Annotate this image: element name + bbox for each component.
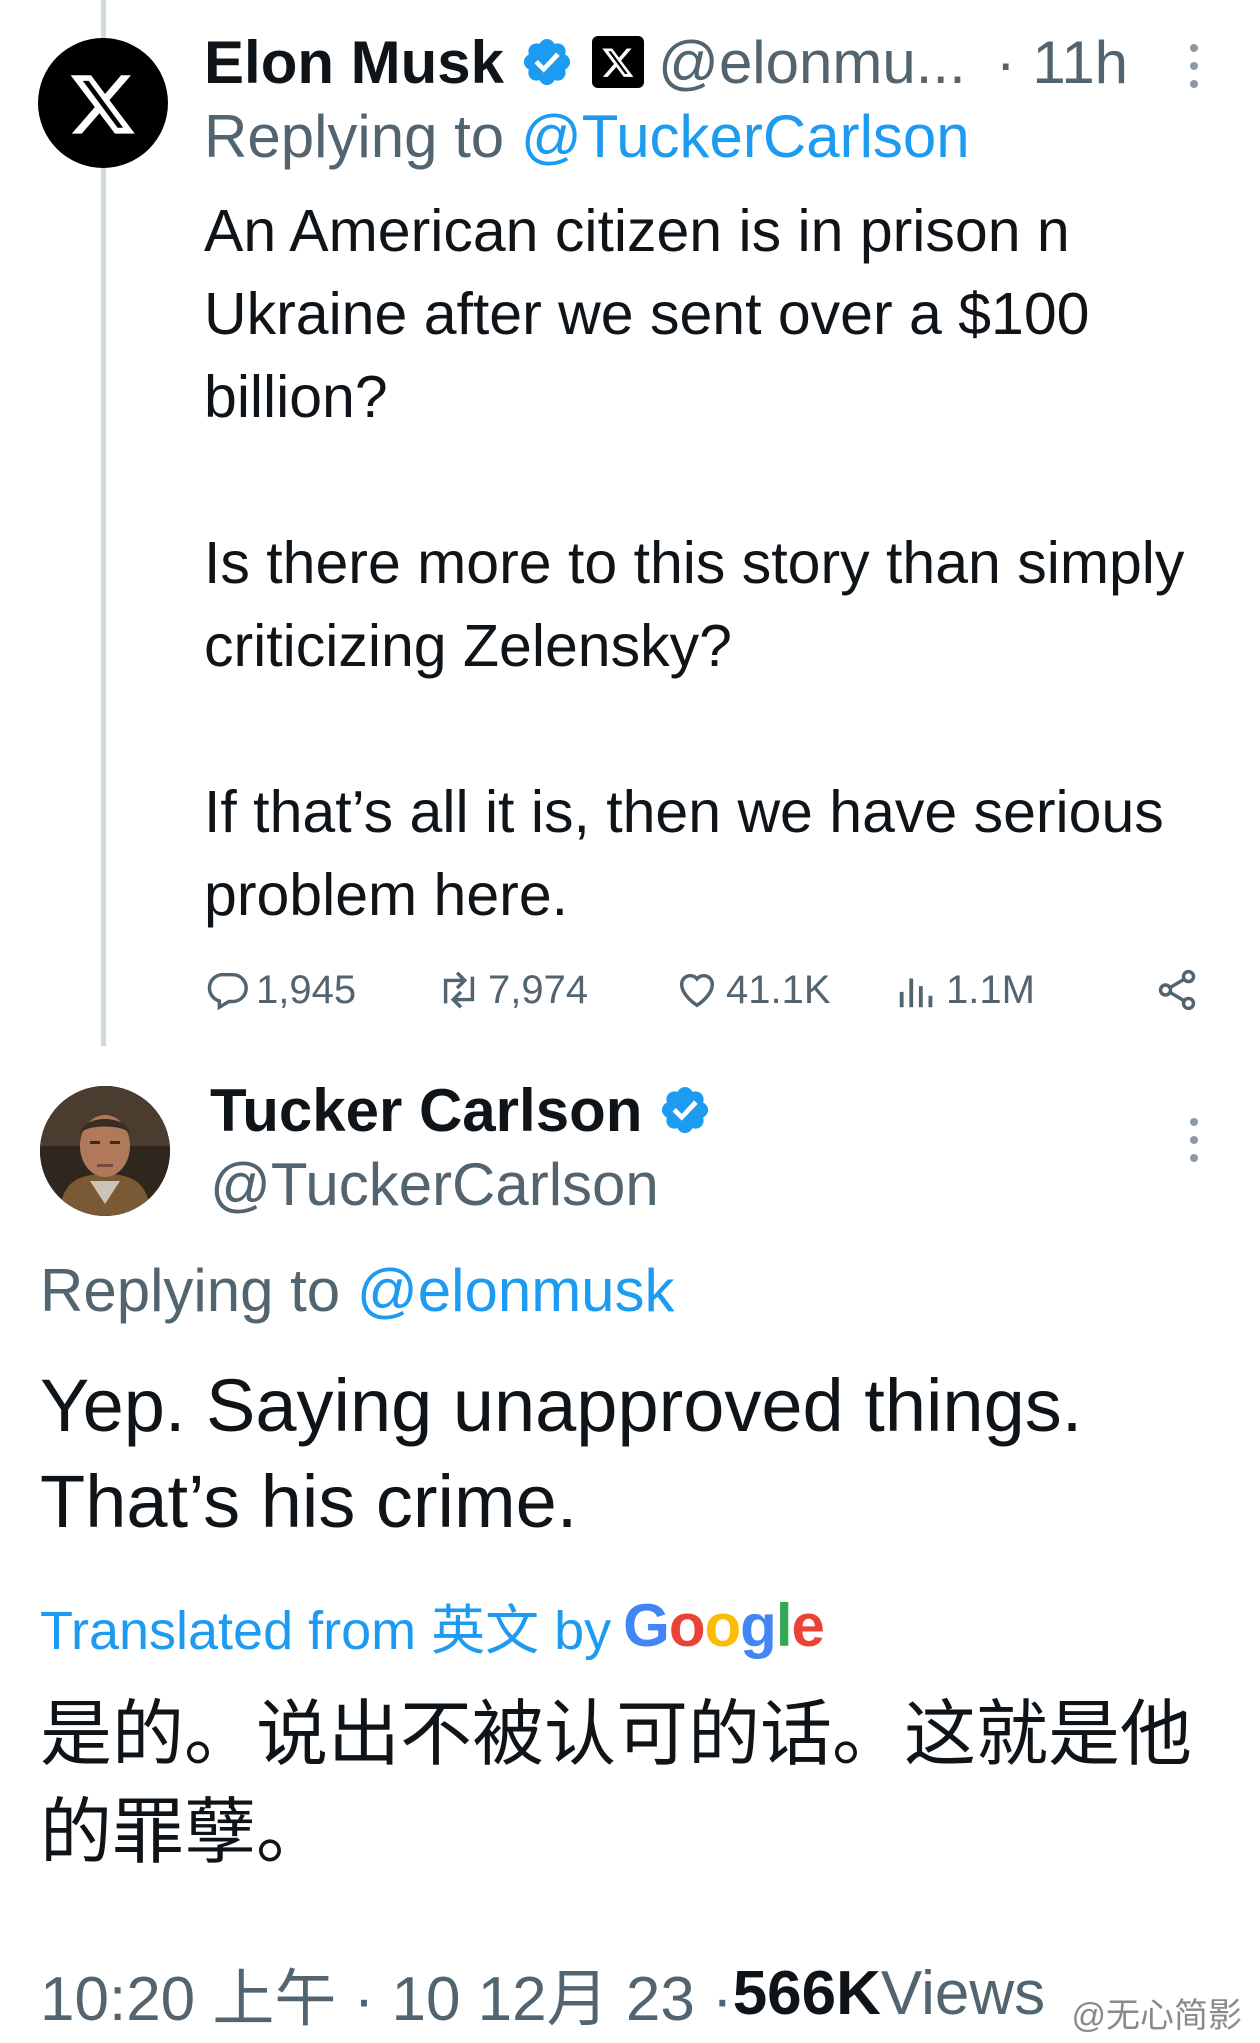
elon-tweet-header: Elon Musk @elonmu... · 11h <box>204 22 1128 102</box>
author-handle[interactable]: @TuckerCarlson <box>210 1150 659 1219</box>
translated-text: 是的。说出不被认可的话。这就是他的罪孽。 <box>40 1692 1193 1874</box>
like-button[interactable]: 41.1K <box>674 960 831 1020</box>
elon-tweet-text: An American citizen is in prison n Ukrai… <box>204 190 1204 937</box>
retweet-count: 7,974 <box>488 967 589 1012</box>
more-options-icon[interactable] <box>1190 44 1198 88</box>
views-total: 566K <box>732 1958 881 2028</box>
replying-mention-link[interactable]: @TuckerCarlson <box>521 103 970 170</box>
author-name[interactable]: Elon Musk <box>204 28 504 97</box>
tweet-paragraph: If that’s all it is, then we have seriou… <box>204 779 1164 928</box>
reply-icon <box>207 972 248 1011</box>
verified-badge-icon <box>662 1086 709 1134</box>
author-handle[interactable]: @elonmu... <box>658 28 966 97</box>
share-icon <box>1158 969 1196 1011</box>
reply-button[interactable]: 1,945 <box>204 960 356 1020</box>
tweet-paragraph: An American citizen is in prison n Ukrai… <box>204 198 1090 430</box>
analytics-icon <box>899 978 933 1008</box>
tweet-action-bar: 1,945 7,974 41.1K 1.1M <box>204 960 1204 1020</box>
translation-attribution[interactable]: Translated from 英文 by Google <box>40 1586 825 1665</box>
avatar-photo <box>40 1086 170 1216</box>
replying-label: Replying to <box>204 103 521 170</box>
views-button[interactable]: 1.1M <box>894 960 1035 1020</box>
elon-avatar[interactable] <box>38 38 168 168</box>
tucker-tweet-header: Tucker Carlson <box>210 1070 712 1150</box>
watermark: @无心简影 <box>1071 1997 1242 2035</box>
tweet-time[interactable]: · 11h <box>996 28 1128 97</box>
translated-label: Translated from 英文 by <box>40 1601 612 1661</box>
tweet-paragraph: Is there more to this story than simply … <box>204 530 1185 679</box>
tucker-tweet-text: Yep. Saying unapproved things. That’s hi… <box>40 1364 1083 1543</box>
more-options-icon[interactable] <box>1190 1118 1198 1162</box>
tucker-replying-to: Replying to @elonmusk <box>40 1256 675 1325</box>
replying-mention-link[interactable]: @elonmusk <box>357 1257 675 1324</box>
tweet-meta-footer: 10:20 上午 · 10 12月 23 · 566K Views <box>40 1948 1045 2038</box>
google-logo-icon: Google <box>623 1592 825 1659</box>
x-logo-icon <box>70 75 135 134</box>
tucker-avatar[interactable] <box>40 1086 170 1216</box>
verified-badge-icon <box>523 38 571 86</box>
views-count: 1.1M <box>946 967 1035 1012</box>
like-count: 41.1K <box>726 967 831 1012</box>
reply-count: 1,945 <box>256 967 357 1012</box>
heart-icon <box>679 973 715 1008</box>
share-button[interactable] <box>1154 960 1206 1020</box>
author-name[interactable]: Tucker Carlson <box>210 1076 642 1145</box>
elon-replying-to: Replying to @TuckerCarlson <box>204 102 970 171</box>
x-affiliation-badge-icon <box>592 36 645 88</box>
retweet-icon <box>443 971 475 1009</box>
replying-label: Replying to <box>40 1257 357 1324</box>
views-label: Views <box>880 1958 1046 2028</box>
retweet-button[interactable]: 7,974 <box>436 960 588 1020</box>
timestamp[interactable]: 10:20 上午 · 10 12月 23 · <box>40 1948 733 2038</box>
